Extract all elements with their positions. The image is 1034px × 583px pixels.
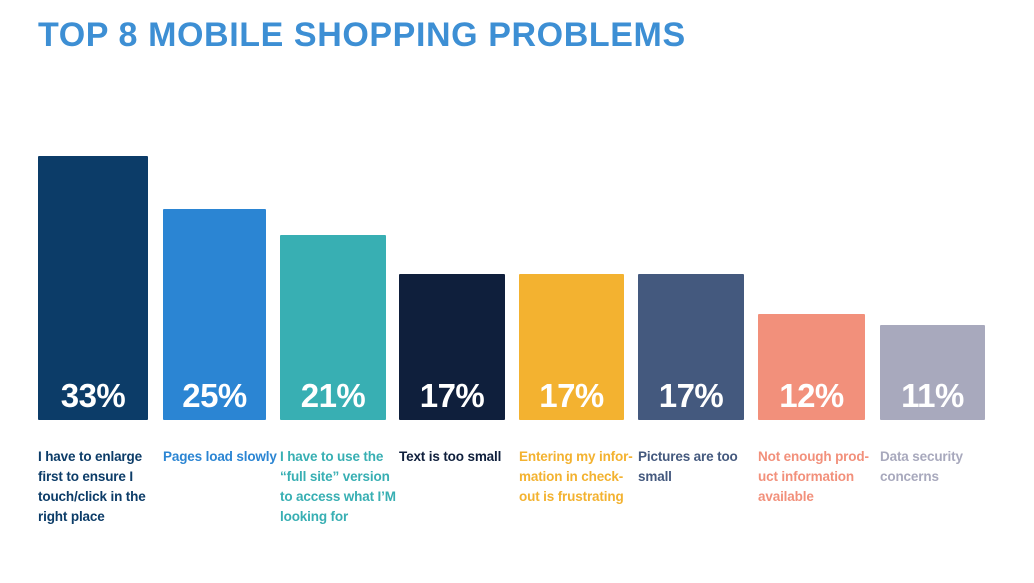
bar[interactable]: 25% bbox=[163, 209, 266, 420]
bar[interactable]: 17% bbox=[519, 274, 624, 420]
bar-category-label: Text is too small bbox=[399, 449, 502, 464]
bar-group: 25% Pages load slowly bbox=[163, 0, 277, 583]
bar-group: 12% Not enough prod- uct information avai… bbox=[758, 0, 869, 583]
bar-value-label: 11% bbox=[901, 377, 964, 414]
bar[interactable]: 21% bbox=[280, 235, 386, 420]
bar-group: 21% I have to use the “full site” version… bbox=[280, 0, 396, 583]
infographic-root: TOP 8 MOBILE SHOPPING PROBLEMS 33% I have… bbox=[0, 0, 1034, 583]
bar-value-label: 17% bbox=[658, 377, 724, 414]
bar-category-label: I have to enlarge first to ensure I touc… bbox=[38, 449, 146, 524]
bar-value-label: 12% bbox=[779, 377, 844, 414]
bar-group: 11% Data security concerns bbox=[880, 0, 985, 583]
bar-group: 17% Text is too small bbox=[399, 0, 505, 583]
bar[interactable]: 11% bbox=[880, 325, 985, 420]
bar-category-label: Entering my infor- mation in check- out … bbox=[519, 449, 633, 504]
bar-group: 17% Pictures are too small bbox=[638, 0, 744, 583]
bar[interactable]: 17% bbox=[638, 274, 744, 420]
bar[interactable]: 12% bbox=[758, 314, 865, 420]
bar-value-label: 17% bbox=[539, 377, 604, 414]
bar-value-label: 17% bbox=[419, 377, 485, 414]
bar-category-label: Pages load slowly bbox=[163, 449, 277, 464]
bar[interactable]: 33% bbox=[38, 156, 148, 420]
bar-chart-plot-area: 33% I have to enlarge first to ensure I t… bbox=[0, 0, 1034, 583]
bar-group: 17% Entering my infor- mation in check- o… bbox=[519, 0, 633, 583]
bar-group: 33% I have to enlarge first to ensure I t… bbox=[38, 0, 148, 583]
bar-value-label: 33% bbox=[60, 377, 126, 414]
bar-value-label: 25% bbox=[182, 377, 247, 414]
bar-category-label: Data security concerns bbox=[880, 449, 963, 484]
bar-category-label: Not enough prod- uct information availab… bbox=[758, 449, 869, 504]
bar[interactable]: 17% bbox=[399, 274, 505, 420]
bar-value-label: 21% bbox=[300, 377, 366, 414]
bar-category-label: I have to use the “full site” version to… bbox=[280, 449, 396, 524]
bar-category-label: Pictures are too small bbox=[638, 449, 738, 484]
